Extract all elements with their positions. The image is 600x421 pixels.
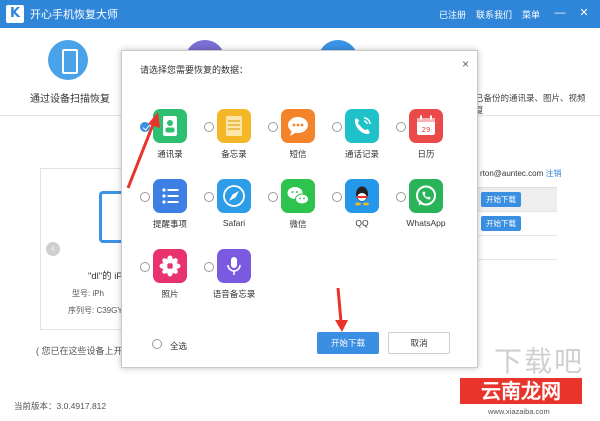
checkbox-wechat[interactable]: [268, 192, 278, 202]
app-logo-icon: K: [6, 5, 24, 23]
sms-icon: [281, 109, 315, 143]
calendar-day: 29: [422, 126, 431, 134]
checkbox-notes[interactable]: [204, 122, 214, 132]
label-safari: Safari: [222, 218, 246, 228]
label-qq: QQ: [355, 218, 369, 228]
cancel-button[interactable]: 取消: [388, 332, 450, 354]
data-type-wechat[interactable]: 微信: [264, 175, 334, 233]
label-photos: 照片: [161, 289, 179, 299]
mode-scan-device-label[interactable]: 通过设备扫描恢复: [30, 90, 110, 105]
prev-device-button[interactable]: ‹: [46, 242, 60, 256]
device-name: "dl"的 iP: [88, 271, 123, 282]
data-type-whatsapp[interactable]: WhatsApp: [392, 175, 462, 233]
table-row: 开始下载: [475, 188, 557, 212]
watermark-text: 下载吧: [494, 345, 585, 378]
registered-link[interactable]: 已注册: [439, 8, 466, 21]
data-type-sms[interactable]: 短信: [264, 105, 334, 163]
checkbox-safari[interactable]: [204, 192, 214, 202]
whatsapp-icon: [409, 179, 443, 213]
contacts-icon: [153, 109, 187, 143]
device-model: 型号: iPh: [72, 289, 105, 298]
logout-link[interactable]: 注销: [546, 169, 562, 178]
select-all-label[interactable]: 全选: [170, 340, 187, 352]
mode-description: 已备份的通讯录、图片、视频 复: [475, 92, 600, 116]
checkbox-reminders[interactable]: [140, 192, 150, 202]
qq-icon: [345, 179, 379, 213]
photos-icon: [153, 249, 187, 283]
checkbox-whatsapp[interactable]: [396, 192, 406, 202]
data-type-contacts[interactable]: 通讯录: [136, 105, 206, 163]
data-type-qq[interactable]: QQ: [328, 175, 398, 233]
mode-description-line2: 复: [475, 105, 484, 115]
watermark-url: www.xiazaiba.com: [488, 407, 550, 416]
label-call-log: 通话记录: [344, 149, 379, 159]
call-log-icon: [345, 109, 379, 143]
wechat-icon: [281, 179, 315, 213]
version-label: 当前版本：3.0.4917.812: [14, 401, 107, 411]
checkbox-sms[interactable]: [268, 122, 278, 132]
select-all-radio[interactable]: [152, 339, 162, 349]
phone-scan-icon[interactable]: [48, 40, 88, 80]
dialog-close-button[interactable]: ×: [462, 57, 469, 71]
data-type-reminders[interactable]: 提醒事项: [136, 175, 206, 233]
checkbox-contacts[interactable]: [140, 122, 150, 132]
checkbox-call-log[interactable]: [332, 122, 342, 132]
label-reminders: 提醒事项: [152, 219, 187, 229]
voice-memo-icon: [217, 249, 251, 283]
data-type-notes[interactable]: 备忘录: [200, 105, 270, 163]
title-bar: K 开心手机恢复大师 已注册 联系我们 菜单 — ✕: [0, 0, 600, 28]
safari-icon: [217, 179, 251, 213]
calendar-icon: 29: [409, 109, 443, 143]
label-whatsapp: WhatsApp: [406, 218, 446, 228]
account-info: rton@auntec.com 注销: [480, 168, 562, 179]
mode-description-line1: 已备份的通讯录、图片、视频: [475, 93, 586, 103]
row-download-button[interactable]: 开始下载: [481, 216, 521, 231]
data-type-voice-memo[interactable]: 语音备忘录: [200, 245, 270, 303]
close-window-button[interactable]: ✕: [576, 5, 592, 21]
checkbox-voice-memo[interactable]: [204, 262, 214, 272]
label-wechat: 微信: [289, 219, 307, 229]
watermark-badge: 云南龙网: [460, 378, 582, 404]
data-type-calendar[interactable]: 29 日历: [392, 105, 462, 163]
label-notes: 备忘录: [221, 149, 247, 159]
dialog-title: 请选择您需要恢复的数据：: [140, 65, 249, 75]
reminders-icon: [153, 179, 187, 213]
notes-icon: [217, 109, 251, 143]
checkbox-calendar[interactable]: [396, 122, 406, 132]
backup-table: 开始下载 开始下载: [475, 187, 557, 260]
data-type-call-log[interactable]: 通话记录: [328, 105, 398, 163]
label-sms: 短信: [289, 149, 307, 159]
menu-link[interactable]: 菜单: [522, 8, 540, 21]
contact-us-link[interactable]: 联系我们: [476, 8, 512, 21]
select-data-dialog: 请选择您需要恢复的数据： × 通讯录 备忘录 短信 通话记录 29 日历 提醒事…: [121, 50, 478, 368]
device-serial: 序列号: C39GY: [68, 306, 123, 315]
table-row: [475, 236, 557, 260]
start-download-button[interactable]: 开始下载: [317, 332, 379, 354]
label-calendar: 日历: [417, 149, 435, 159]
label-voice-memo: 语音备忘录: [212, 289, 256, 299]
row-download-button[interactable]: 开始下载: [481, 192, 521, 207]
minimize-button[interactable]: —: [552, 5, 568, 21]
data-type-photos[interactable]: 照片: [136, 245, 206, 303]
device-hint: ( 您已在这些设备上开: [36, 346, 123, 356]
checkbox-qq[interactable]: [332, 192, 342, 202]
app-title: 开心手机恢复大师: [30, 9, 118, 21]
checkbox-photos[interactable]: [140, 262, 150, 272]
label-contacts: 通讯录: [157, 149, 183, 159]
data-type-safari[interactable]: Safari: [200, 175, 270, 233]
account-email: rton@auntec.com: [480, 169, 544, 178]
table-row: 开始下载: [475, 212, 557, 236]
